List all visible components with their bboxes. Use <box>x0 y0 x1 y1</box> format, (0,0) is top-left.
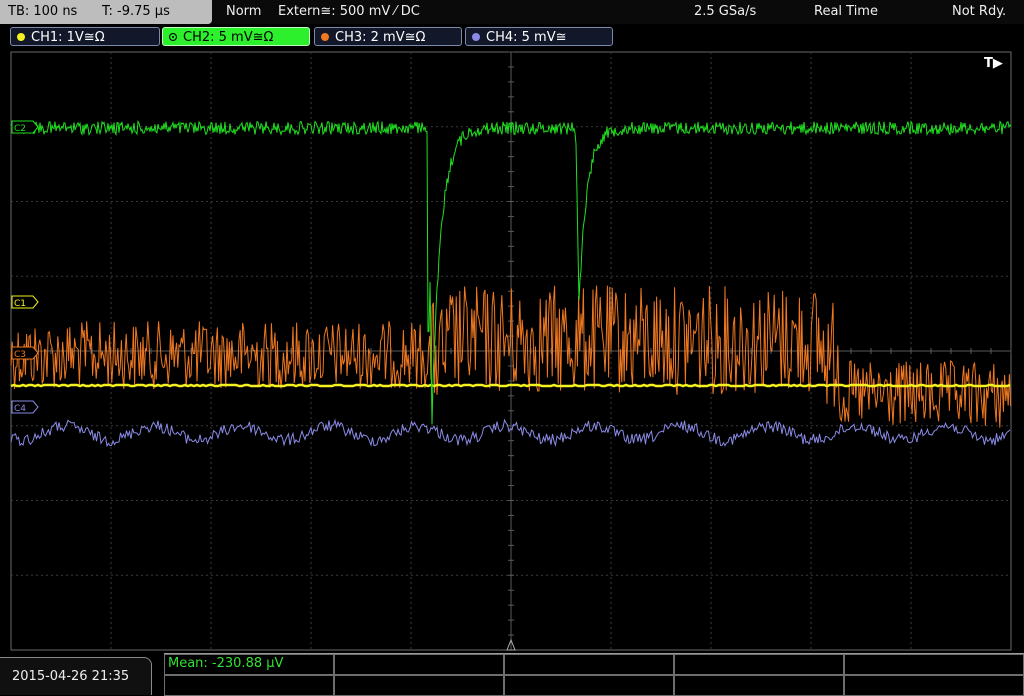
ch1-trace <box>10 383 1011 388</box>
channel-tab-ch2[interactable]: CH2: 5 mV≅Ω <box>162 27 310 46</box>
ch4-color-dot-icon <box>472 33 480 41</box>
trigger-time-label: T: -9.75 µs <box>102 4 170 19</box>
trigger-mode-label[interactable]: Norm <box>226 0 261 24</box>
measurement-cell[interactable] <box>504 675 674 696</box>
offset-marker-ch4[interactable]: C4 <box>11 400 39 414</box>
channel-tab-label: CH3: 2 mV≅Ω <box>335 30 426 45</box>
offset-marker-label: C2 <box>14 124 26 134</box>
channel-tab-ch1[interactable]: CH1: 1V≅Ω <box>10 27 160 46</box>
measurement-cell[interactable] <box>674 654 844 675</box>
status-bar: TB: 100 ns T: -9.75 µs Norm Extern≅: 500… <box>0 0 1024 24</box>
datetime-display: 2015-04-26 21:35 <box>0 657 152 695</box>
measurement-cell[interactable] <box>504 654 674 675</box>
channel-tab-label: CH4: 5 mV≅ <box>486 30 567 45</box>
sample-rate-label: 2.5 GSa/s <box>694 4 757 19</box>
ch3-color-dot-icon <box>321 33 329 41</box>
offset-marker-ch2[interactable]: C2 <box>11 120 39 134</box>
channel-tab-ch4[interactable]: CH4: 5 mV≅ <box>465 27 613 46</box>
timebase-box[interactable]: TB: 100 ns T: -9.75 µs <box>0 0 212 24</box>
acquisition-state-label: Not Rdy. <box>952 4 1007 19</box>
timebase-label: TB: 100 ns <box>8 4 78 19</box>
channel-tab-label: CH1: 1V≅Ω <box>31 30 105 45</box>
measurement-cell[interactable] <box>844 654 1024 675</box>
ch1-color-dot-icon <box>17 33 25 41</box>
waveform-display[interactable]: C2 C1 C3 C4 T▶ <box>0 48 1024 653</box>
measurement-cell[interactable] <box>844 675 1024 696</box>
channel-tab-label: CH2: 5 mV≅Ω <box>183 30 274 45</box>
measurement-mean-readout: Mean: -230.88 µV <box>168 656 284 671</box>
bottom-bar: 2015-04-26 21:35 Mean: -230.88 µV <box>0 653 1024 696</box>
offset-marker-label: C4 <box>14 404 26 414</box>
measurement-panel[interactable]: Mean: -230.88 µV <box>164 653 1024 696</box>
offset-marker-label: C1 <box>14 299 26 309</box>
trigger-source-label[interactable]: Extern≅: 500 mV ⁄ DC <box>278 0 420 24</box>
ch2-color-dot-icon <box>169 33 177 41</box>
measurement-cell[interactable] <box>334 675 504 696</box>
measurement-cell[interactable] <box>674 675 844 696</box>
channel-tab-ch3[interactable]: CH3: 2 mV≅Ω <box>314 27 462 46</box>
offset-marker-ch3[interactable]: C3 <box>11 346 39 360</box>
offset-marker-ch1[interactable]: C1 <box>11 295 39 309</box>
measurement-cell[interactable] <box>334 654 504 675</box>
acquisition-mode-label: Real Time <box>814 4 878 19</box>
trigger-position-icon: T▶ <box>984 56 1003 71</box>
measurement-cell[interactable] <box>164 675 334 696</box>
offset-marker-label: C3 <box>14 350 26 360</box>
